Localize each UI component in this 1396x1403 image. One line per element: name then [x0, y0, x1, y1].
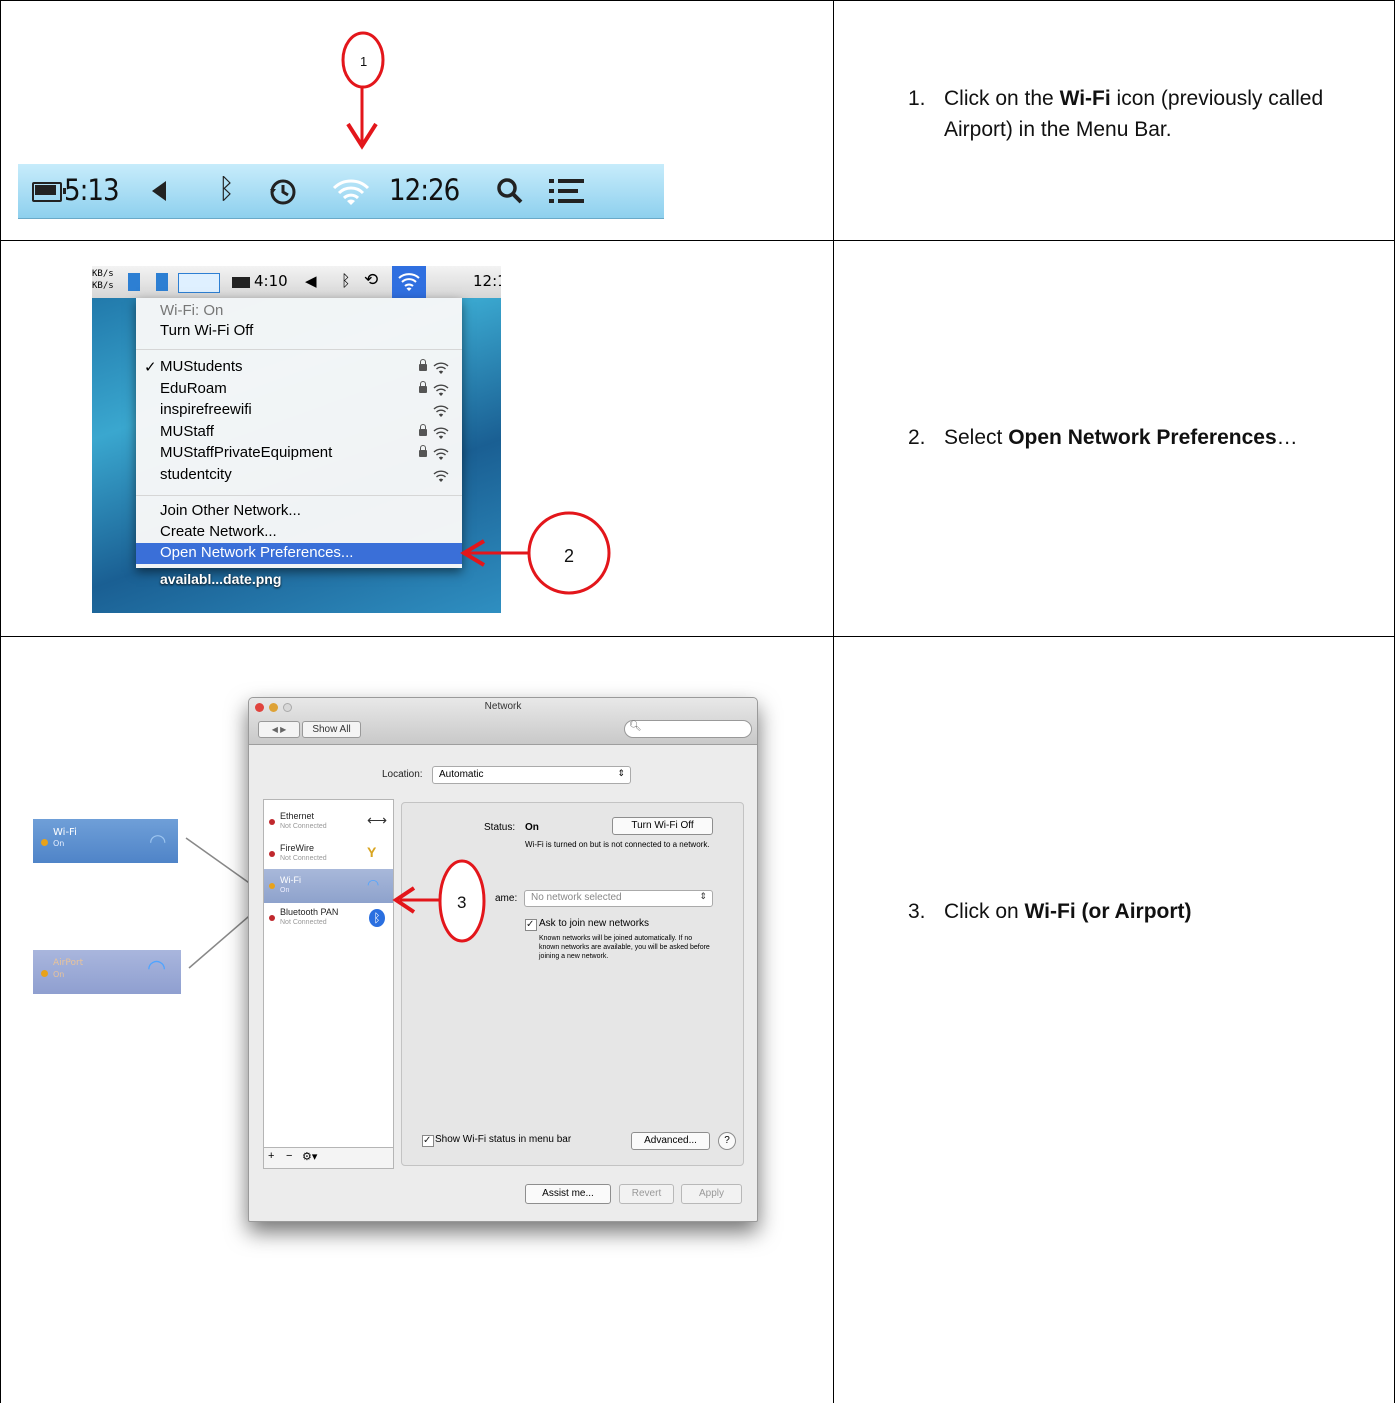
- step-number: 2.: [908, 426, 926, 449]
- callout-number-3: 3: [457, 893, 466, 912]
- step-text: Click on the Wi-Fi icon (previously call…: [944, 87, 1324, 141]
- step-number: 3.: [908, 900, 926, 923]
- step-text: Click on Wi-Fi (or Airport): [944, 900, 1192, 923]
- table-border-right: [1394, 0, 1395, 1403]
- step-number: 1.: [908, 87, 926, 110]
- callout-3: 3: [392, 859, 486, 943]
- step-text: Select Open Network Preferences…: [944, 426, 1298, 449]
